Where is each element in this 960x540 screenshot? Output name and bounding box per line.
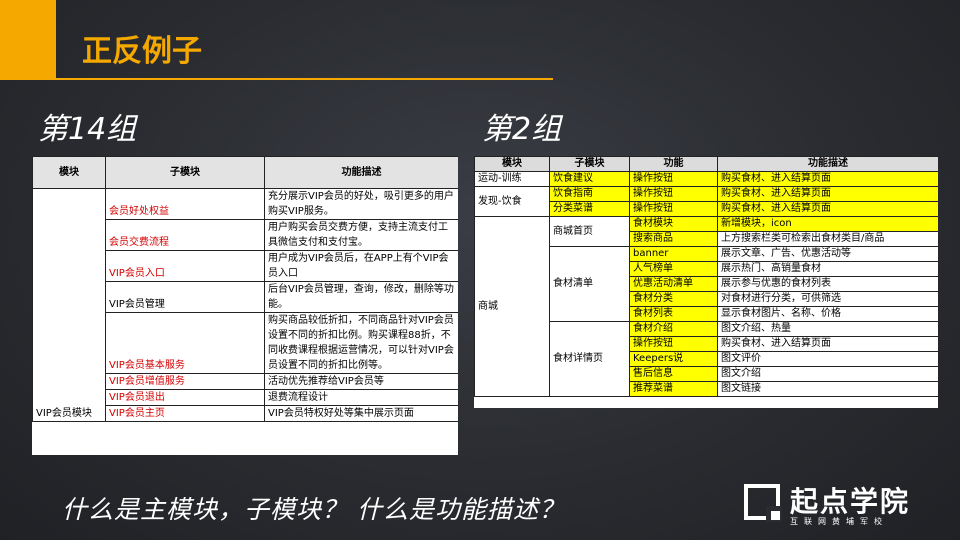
function-cell: 操作按钮 <box>629 171 718 187</box>
description-cell: 用户成为VIP会员后，在APP上有个VIP会员入口 <box>264 250 458 282</box>
description-cell: 购买食材、进入结算页面 <box>717 336 938 352</box>
submodule-cell: VIP会员基本服务 <box>105 312 265 374</box>
description-cell: 图文介绍 <box>717 366 938 382</box>
header-submodule: 子模块 <box>105 156 265 189</box>
page-title: 正反例子 <box>82 34 202 69</box>
group-2-title: 第2组 <box>482 112 562 147</box>
submodule-cell: VIP会员管理 <box>105 281 265 313</box>
function-cell: 食材分类 <box>629 291 718 307</box>
header-description: 功能描述 <box>717 156 938 172</box>
function-cell: 操作按钮 <box>629 186 718 202</box>
function-cell: 食材模块 <box>629 216 718 232</box>
function-cell: 搜索商品 <box>629 231 718 247</box>
description-cell: 退费流程设计 <box>264 389 458 406</box>
table-row: VIP会员模块 会员好处权益 充分展示VIP会员的好处，吸引更多的用户购买VIP… <box>32 188 458 422</box>
submodule-cell: 分类菜谱 <box>549 201 630 217</box>
description-cell: 对食材进行分类，可供筛选 <box>717 291 938 307</box>
description-cell: 展示参与优惠的食材列表 <box>717 276 938 292</box>
submodule-cell: 饮食指南 <box>549 186 630 202</box>
description-cell: 购买商品较低折扣，不同商品针对VIP会员设置不同的折扣比例。购买课程88折，不同… <box>264 312 458 374</box>
description-cell: 购买食材、进入结算页面 <box>717 201 938 217</box>
submodule-cell: VIP会员增值服务 <box>105 373 265 390</box>
description-cell: 展示热门、高销量食材 <box>717 261 938 277</box>
submodule-cell: 商城首页 <box>549 216 630 247</box>
logo-tagline: 互联网黄埔军校 <box>790 517 888 526</box>
description-cell: 后台VIP会员管理，查询，修改，删除等功能。 <box>264 281 458 313</box>
header-module: 模块 <box>474 156 550 172</box>
function-cell: Keepers说 <box>629 351 718 367</box>
function-cell: 售后信息 <box>629 366 718 382</box>
header-submodule: 子模块 <box>549 156 630 172</box>
logo-name: 起点学院 <box>790 485 911 518</box>
table-row: 发现-饮食 饮食指南 操作按钮 购买食材、进入结算页面 <box>474 186 938 217</box>
submodule-cell: 会员好处权益 <box>105 188 265 220</box>
description-cell: VIP会员特权好处等集中展示页面 <box>264 405 458 422</box>
table-row: 商城 商城首页 食材模块 新增模块，icon <box>474 216 938 397</box>
description-cell: 图文介绍、热量 <box>717 321 938 337</box>
description-cell: 活动优先推荐给VIP会员等 <box>264 373 458 390</box>
header-description: 功能描述 <box>264 156 458 189</box>
description-cell: 展示文章、广告、优惠活动等 <box>717 246 938 262</box>
submodule-cell: VIP会员退出 <box>105 389 265 406</box>
function-cell: 人气榜单 <box>629 261 718 277</box>
submodule-cell: VIP会员入口 <box>105 250 265 282</box>
module-cell: VIP会员模块 <box>32 188 106 422</box>
submodule-cell: 食材详情页 <box>549 321 630 397</box>
function-cell: 食材介绍 <box>629 321 718 337</box>
table-row: 运动-训练 饮食建议 操作按钮 购买食材、进入结算页面 <box>474 171 938 187</box>
description-cell: 购买食材、进入结算页面 <box>717 171 938 187</box>
table-header-row: 模块 子模块 功能描述 <box>32 156 458 189</box>
description-cell: 购买食材、进入结算页面 <box>717 186 938 202</box>
description-cell: 上方搜索栏类可检索出食材类目/商品 <box>717 231 938 247</box>
function-cell: 推荐菜谱 <box>629 381 718 397</box>
description-cell: 显示食材图片、名称、价格 <box>717 306 938 322</box>
logo-mark-icon <box>744 484 782 522</box>
header-function: 功能 <box>629 156 718 172</box>
table-header-row: 模块 子模块 功能 功能描述 <box>474 156 938 172</box>
group-2-table-panel: 模块 子模块 功能 功能描述 运动-训练 饮食建议 操作按钮 购买食材、进入结算… <box>474 156 938 408</box>
function-cell: 操作按钮 <box>629 201 718 217</box>
title-underline <box>56 78 553 80</box>
function-cell: banner <box>629 246 718 262</box>
function-cell: 优惠活动清单 <box>629 276 718 292</box>
submodule-cell: 食材清单 <box>549 246 630 322</box>
description-cell: 图文链接 <box>717 381 938 397</box>
submodule-cell: VIP会员主页 <box>105 405 265 422</box>
module-cell: 商城 <box>474 216 550 397</box>
submodule-cell: 会员交费流程 <box>105 219 265 251</box>
description-cell: 充分展示VIP会员的好处，吸引更多的用户购买VIP服务。 <box>264 188 458 220</box>
module-cell: 发现-饮食 <box>474 186 550 217</box>
function-cell: 操作按钮 <box>629 336 718 352</box>
module-cell: 运动-训练 <box>474 171 550 187</box>
group-14-table-panel: 模块 子模块 功能描述 VIP会员模块 会员好处权益 充分展示VIP会员的好处，… <box>32 156 458 455</box>
header-module: 模块 <box>32 156 106 189</box>
logo: 起点学院 互联网黄埔军校 <box>744 482 940 528</box>
group-14-title: 第14组 <box>38 112 137 147</box>
group-14-table: 模块 子模块 功能描述 VIP会员模块 会员好处权益 充分展示VIP会员的好处，… <box>32 156 458 422</box>
description-cell: 图文评价 <box>717 351 938 367</box>
discussion-question: 什么是主模块，子模块？ 什么是功能描述？ <box>62 495 565 524</box>
description-cell: 新增模块，icon <box>717 216 938 232</box>
accent-bar <box>0 0 56 80</box>
submodule-cell: 饮食建议 <box>549 171 630 187</box>
function-cell: 食材列表 <box>629 306 718 322</box>
description-cell: 用户购买会员交费方便，支持主流支付工具微信支付和支付宝。 <box>264 219 458 251</box>
group-2-table: 模块 子模块 功能 功能描述 运动-训练 饮食建议 操作按钮 购买食材、进入结算… <box>474 156 938 397</box>
